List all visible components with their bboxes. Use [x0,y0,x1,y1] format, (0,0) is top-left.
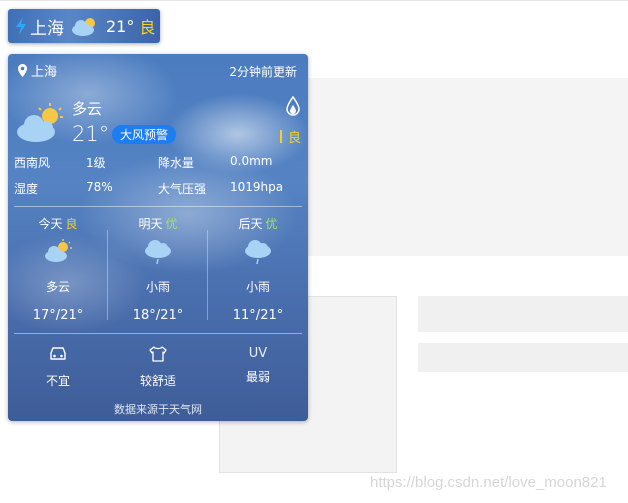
wind-direction-label: 西南风 [14,156,51,170]
content-placeholder-block [300,78,628,256]
location-pin-icon [18,64,27,77]
life-index-driving[interactable]: 不宜 [8,346,108,389]
current-condition: 多云 [72,100,103,118]
forecast-quality: 良 [65,217,78,231]
pill-temperature: 21° [106,16,135,36]
air-quality-value: 良 [288,131,302,146]
life-index-label: 不宜 [45,374,70,388]
forecast-day-label: 今天 [38,217,63,231]
pressure-label: 大气压强 [158,182,207,196]
pill-city: 上海 [30,18,64,39]
forecast-condition: 小雨 [145,280,170,294]
partly-cloudy-icon [45,239,72,262]
pressure-value: 1019hpa [230,180,284,194]
forecast-condition: 小雨 [245,280,270,294]
weather-warning-badge[interactable]: 大风预警 [112,125,177,144]
current-temperature: 21° [72,122,110,146]
car-icon [50,347,66,360]
weather-widget-toggle[interactable]: 上海 21° 良 [8,9,160,43]
forecast-tomorrow[interactable]: 明天优 小雨 18°/21° [108,215,208,323]
forecast-day-label: 明天 [138,217,163,231]
update-time: 2分钟前更新 [229,65,297,79]
data-source: 数据来源于天气网 [114,403,202,416]
weather-card: 上海 2分钟前更新 多云 21° 大风预警 良 西南风 1级 降水量 0.0mm… [8,54,308,421]
watermark: https://blog.csdn.net/love_moon821 [370,474,607,491]
precipitation-value: 0.0mm [230,154,273,168]
pill-air-quality: 良 [139,18,156,37]
forecast-today[interactable]: 今天良 多云 17°/21° [8,215,108,323]
light-rain-icon [245,240,271,265]
air-quality: 良 [280,127,301,146]
forecast-temperature: 18°/21° [132,308,184,323]
divider [14,333,302,334]
partly-cloudy-icon [72,18,95,36]
divider [14,206,302,207]
text-placeholder-line [418,296,628,332]
life-index-label: 最弱 [245,370,270,384]
light-rain-icon [145,240,171,265]
top-border [0,0,628,1]
text-placeholder-line [418,343,628,372]
forecast-day-label: 后天 [238,217,263,231]
precipitation-label: 降水量 [158,156,195,170]
life-index-clothing[interactable]: 较舒适 [108,346,208,389]
forecast-day-after[interactable]: 后天优 小雨 11°/21° [208,215,308,323]
air-quality-bar [280,130,282,143]
location-name: 上海 [31,65,58,80]
uv-icon: UV [248,346,268,361]
shirt-icon [149,346,167,362]
location: 上海 [18,61,57,80]
life-index-uv[interactable]: UV 最弱 [208,346,308,385]
partly-cloudy-icon [17,103,63,142]
humidity-label: 湿度 [14,182,39,196]
wind-level-value: 1级 [86,156,106,170]
life-index-label: 较舒适 [139,374,176,388]
forecast-temperature: 11°/21° [232,308,284,323]
forecast-quality: 优 [265,217,278,231]
humidity-drop-icon [286,96,300,116]
forecast-temperature: 17°/21° [32,308,84,323]
forecast-condition: 多云 [45,280,70,294]
lightning-icon [16,17,26,35]
forecast-quality: 优 [165,217,178,231]
humidity-value: 78% [86,180,113,194]
